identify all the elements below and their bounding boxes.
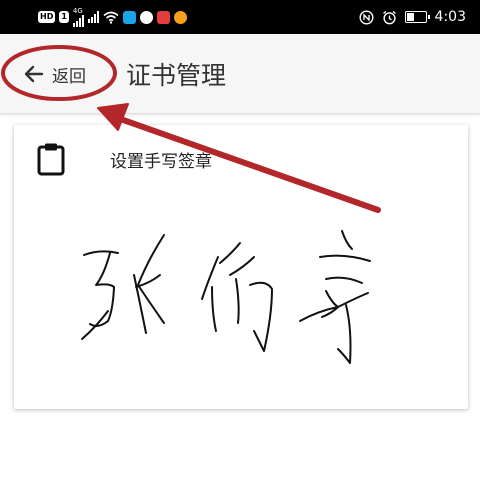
status-right-icons: 4:03 [359, 8, 466, 26]
back-label: 返回 [52, 66, 86, 87]
status-bar: HD 1 4G 4:03 [0, 0, 480, 34]
handwritten-signature [81, 230, 371, 364]
status-time: 4:03 [434, 9, 466, 25]
alarm-icon [382, 10, 396, 24]
battery-icon [404, 11, 430, 23]
nfc-icon [359, 9, 374, 25]
wifi-icon [103, 11, 119, 24]
status-left-icons: HD 1 4G [38, 7, 187, 27]
signature-card[interactable]: 设置手写签章 [14, 125, 468, 409]
browser-app-icon [139, 10, 153, 24]
sim-badge: 1 [59, 11, 69, 23]
weibo-app-icon [173, 10, 187, 24]
card-title: 设置手写签章 [110, 152, 212, 172]
search-app-icon [122, 10, 136, 24]
clipboard-icon [37, 143, 65, 176]
signal-x-icon [87, 11, 99, 23]
network-label: 4G [72, 7, 83, 15]
signal-icon: 4G [72, 7, 84, 27]
back-button[interactable]: 返回 [22, 54, 86, 94]
page-title: 证书管理 [126, 61, 227, 90]
arrow-left-icon [24, 65, 44, 83]
app-bar: 返回 证书管理 [0, 34, 480, 114]
red-app-icon [156, 10, 170, 24]
hd-badge: HD [38, 11, 56, 23]
